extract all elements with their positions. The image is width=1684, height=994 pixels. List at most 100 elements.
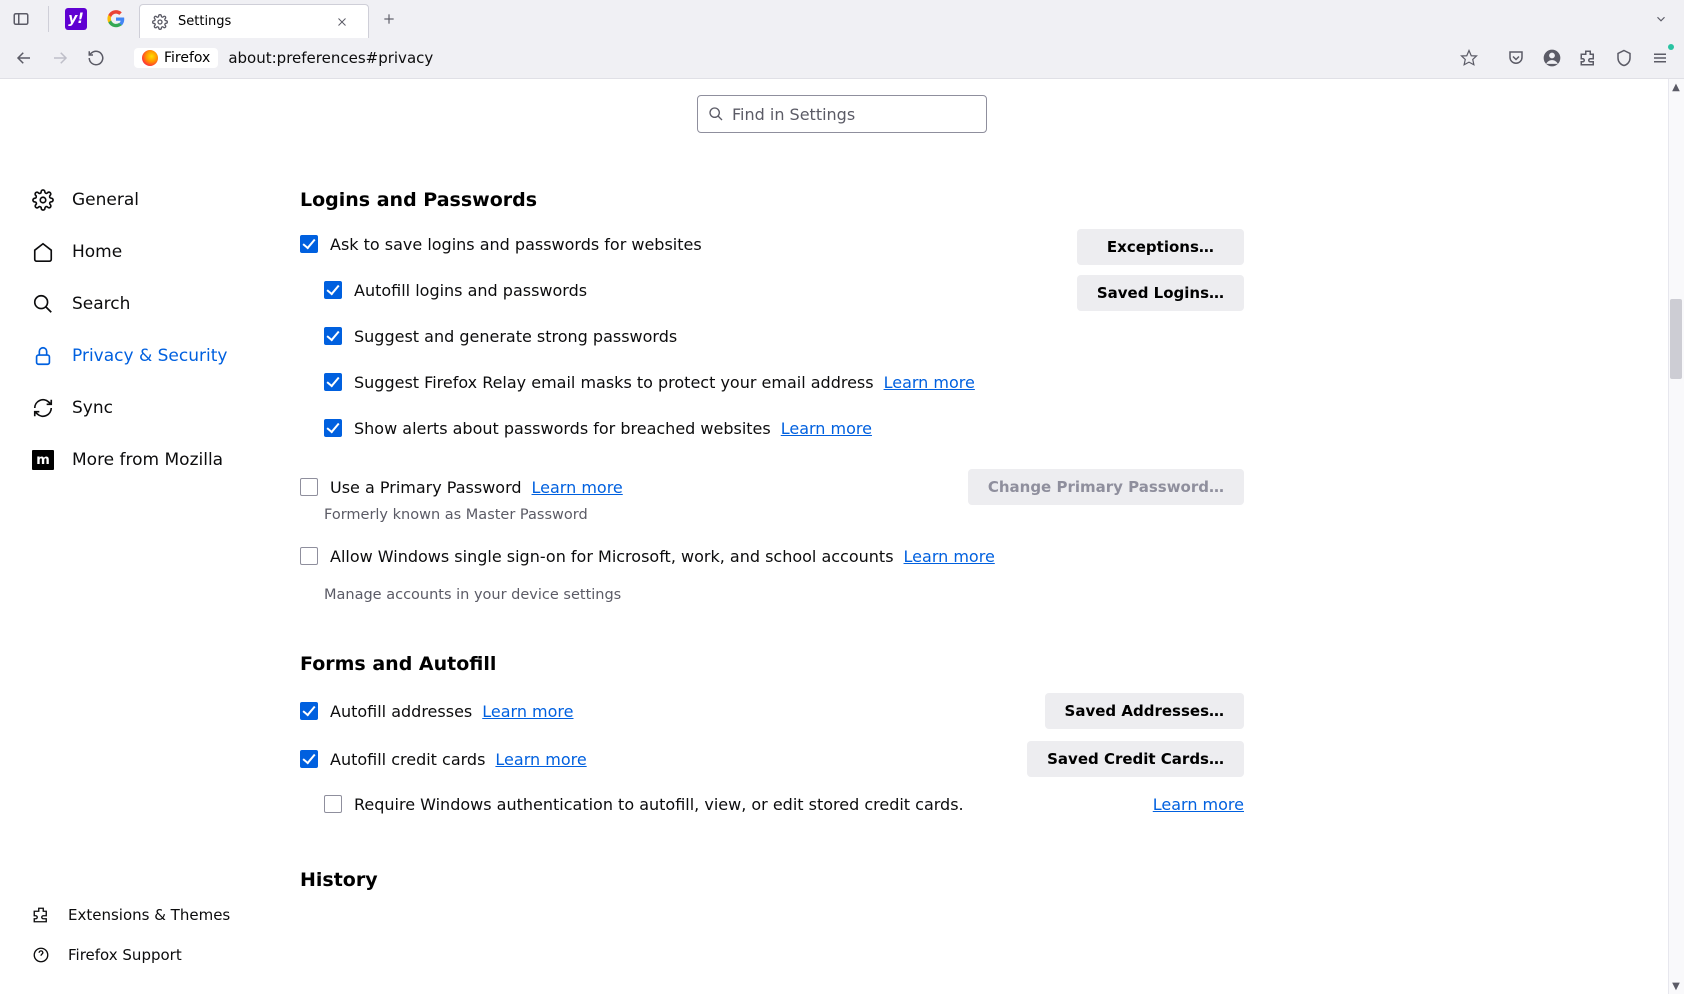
- sidebar-item-general[interactable]: General: [32, 189, 260, 211]
- checkbox-breach[interactable]: [324, 419, 342, 437]
- link-addresses-learn-more[interactable]: Learn more: [482, 702, 573, 721]
- close-tab-button[interactable]: [328, 8, 356, 36]
- exceptions-button[interactable]: Exceptions…: [1077, 229, 1244, 265]
- tab-title: Settings: [178, 14, 318, 29]
- label-primary-password: Use a Primary Password: [330, 478, 522, 497]
- active-tab[interactable]: Settings: [139, 4, 369, 38]
- row-relay: Suggest Firefox Relay email masks to pro…: [300, 367, 1057, 397]
- row-ask-save: Ask to save logins and passwords for web…: [300, 229, 1057, 259]
- hint-primary-password: Formerly known as Master Password: [324, 507, 1244, 523]
- sidebar-item-privacy[interactable]: Privacy & Security: [32, 345, 260, 367]
- row-primary-password: Use a Primary Password Learn more: [300, 472, 948, 502]
- sidebar-item-home[interactable]: Home: [32, 241, 260, 263]
- sidebar-label: Privacy & Security: [72, 346, 227, 366]
- label-suggest-strong: Suggest and generate strong passwords: [354, 327, 677, 346]
- sidebar-item-sync[interactable]: Sync: [32, 397, 260, 419]
- search-icon: [32, 293, 54, 315]
- sidebar-label: Firefox Support: [68, 946, 182, 964]
- pinned-tab-google[interactable]: [99, 2, 133, 36]
- help-icon: [32, 946, 50, 964]
- yahoo-icon: y!: [65, 8, 87, 30]
- settings-content: Logins and Passwords Ask to save logins …: [260, 79, 1684, 994]
- label-autofill-logins: Autofill logins and passwords: [354, 281, 587, 300]
- link-relay-learn-more[interactable]: Learn more: [884, 373, 975, 392]
- settings-sidebar: General Home Search Privacy & Security S…: [0, 79, 260, 994]
- section-title: Forms and Autofill: [300, 653, 1244, 675]
- checkbox-autofill-addresses[interactable]: [300, 702, 318, 720]
- checkbox-sso[interactable]: [300, 547, 318, 565]
- sidebar-label: Search: [72, 294, 130, 314]
- divider: [48, 6, 49, 32]
- tabs-dropdown-button[interactable]: [1654, 12, 1680, 26]
- scroll-thumb[interactable]: [1670, 299, 1682, 379]
- gear-icon: [32, 189, 54, 211]
- puzzle-icon: [32, 906, 50, 924]
- label-require-auth: Require Windows authentication to autofi…: [354, 795, 964, 814]
- link-primary-learn-more[interactable]: Learn more: [532, 478, 623, 497]
- saved-credit-cards-button[interactable]: Saved Credit Cards…: [1027, 741, 1244, 777]
- sidebar-label: Home: [72, 242, 122, 262]
- label-autofill-addresses: Autofill addresses: [330, 702, 472, 721]
- row-autofill-logins: Autofill logins and passwords: [300, 275, 1057, 305]
- checkbox-suggest-strong[interactable]: [324, 327, 342, 345]
- sidebar-item-search[interactable]: Search: [32, 293, 260, 315]
- saved-addresses-button[interactable]: Saved Addresses…: [1045, 693, 1244, 729]
- identity-label: Firefox: [164, 50, 210, 66]
- pinned-tab-yahoo[interactable]: y!: [59, 2, 93, 36]
- url-text: about:preferences#privacy: [228, 49, 433, 67]
- search-icon: [708, 106, 724, 122]
- lock-icon: [32, 345, 54, 367]
- sidebar-item-support[interactable]: Firefox Support: [32, 946, 260, 964]
- scroll-down-arrow[interactable]: ▼: [1668, 978, 1684, 994]
- search-container: Find in Settings: [697, 95, 987, 133]
- checkbox-autofill-cards[interactable]: [300, 750, 318, 768]
- browser-chrome: y! Settings Firefox about:preferences#pr…: [0, 0, 1684, 78]
- sidebar-toggle[interactable]: [4, 2, 38, 36]
- reload-button[interactable]: [80, 42, 112, 74]
- sidebar-label: Extensions & Themes: [68, 906, 230, 924]
- account-button[interactable]: [1536, 42, 1568, 74]
- search-input[interactable]: Find in Settings: [697, 95, 987, 133]
- scrollbar[interactable]: ▲ ▼: [1668, 79, 1684, 994]
- checkbox-autofill-logins[interactable]: [324, 281, 342, 299]
- change-primary-password-button[interactable]: Change Primary Password…: [968, 469, 1244, 505]
- section-forms: Forms and Autofill Autofill addresses Le…: [300, 653, 1244, 819]
- pocket-button[interactable]: [1500, 42, 1532, 74]
- sidebar-item-mozilla[interactable]: m More from Mozilla: [32, 449, 260, 471]
- link-breach-learn-more[interactable]: Learn more: [781, 419, 872, 438]
- section-history: History: [300, 869, 1244, 891]
- row-breach: Show alerts about passwords for breached…: [300, 413, 1057, 443]
- sidebar-item-extensions[interactable]: Extensions & Themes: [32, 906, 260, 924]
- row-sso: Allow Windows single sign-on for Microso…: [300, 541, 1244, 571]
- sidebar-label: More from Mozilla: [72, 450, 223, 470]
- link-sso-learn-more[interactable]: Learn more: [904, 547, 995, 566]
- google-icon: [107, 10, 125, 28]
- extensions-button[interactable]: [1572, 42, 1604, 74]
- saved-logins-button[interactable]: Saved Logins…: [1077, 275, 1244, 311]
- scroll-up-arrow[interactable]: ▲: [1668, 79, 1684, 95]
- link-cards-learn-more[interactable]: Learn more: [495, 750, 586, 769]
- toolbar: Firefox about:preferences#privacy: [0, 38, 1684, 78]
- section-logins: Logins and Passwords Ask to save logins …: [300, 189, 1244, 603]
- checkbox-require-auth[interactable]: [324, 795, 342, 813]
- checkbox-ask-save[interactable]: [300, 235, 318, 253]
- protection-button[interactable]: [1608, 42, 1640, 74]
- notification-dot-icon: [1668, 44, 1674, 50]
- label-autofill-cards: Autofill credit cards: [330, 750, 485, 769]
- identity-box[interactable]: Firefox: [134, 48, 218, 68]
- label-relay: Suggest Firefox Relay email masks to pro…: [354, 373, 874, 392]
- row-require-auth: Require Windows authentication to autofi…: [300, 789, 1244, 819]
- firefox-icon: [142, 50, 158, 66]
- back-button[interactable]: [8, 42, 40, 74]
- logins-buttons: Exceptions… Saved Logins…: [1077, 229, 1244, 459]
- checkbox-relay[interactable]: [324, 373, 342, 391]
- app-menu-button[interactable]: [1644, 42, 1676, 74]
- new-tab-button[interactable]: [375, 5, 403, 33]
- address-bar[interactable]: Firefox about:preferences#privacy: [122, 41, 1490, 75]
- link-require-auth-learn-more[interactable]: Learn more: [1153, 795, 1244, 814]
- mozilla-icon: m: [32, 449, 54, 471]
- checkbox-primary-password[interactable]: [300, 478, 318, 496]
- sync-icon: [32, 397, 54, 419]
- bookmark-button[interactable]: [1460, 49, 1478, 67]
- forward-button[interactable]: [44, 42, 76, 74]
